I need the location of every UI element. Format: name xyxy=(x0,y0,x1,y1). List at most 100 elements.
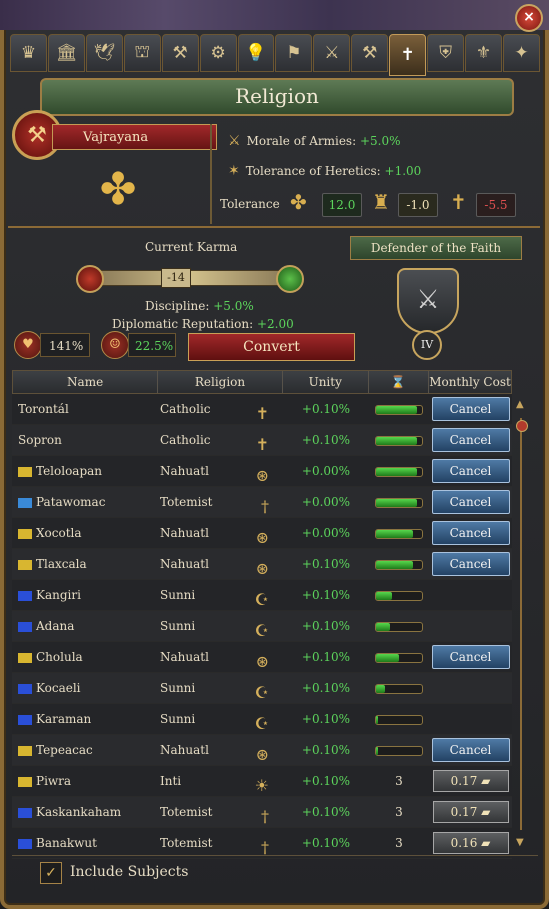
table-row[interactable]: Kangiri Sunni ☪ +0.10% xyxy=(12,580,512,611)
scroll-down-icon[interactable]: ▼ xyxy=(516,838,526,848)
row-religion-cell: Catholic ✝ xyxy=(158,394,283,424)
table-row[interactable]: Tepeacac Nahuatl ⊛ +0.10% Cancel xyxy=(12,735,512,766)
tab-0[interactable]: ♛ xyxy=(10,34,47,72)
tab-5[interactable]: ⚙ xyxy=(199,34,237,72)
row-name: Patawomac xyxy=(36,495,106,509)
tab-10[interactable]: ✝ xyxy=(389,34,427,76)
row-unity: +0.10% xyxy=(301,805,351,819)
table-row[interactable]: Piwra Inti ☀ +0.10% 3 0.17 ▰ xyxy=(12,766,512,797)
row-name-cell: Tlaxcala xyxy=(12,549,158,579)
header-unity[interactable]: Unity xyxy=(283,371,369,393)
row-name-cell: Teloloapan xyxy=(12,456,158,486)
scroll-track[interactable] xyxy=(520,418,522,830)
cancel-button[interactable]: Cancel xyxy=(431,521,510,545)
row-name: Karaman xyxy=(36,712,92,726)
table-row[interactable]: Cholula Nahuatl ⊛ +0.10% Cancel xyxy=(12,642,512,673)
cost-button[interactable]: 0.17 ▰ xyxy=(432,770,509,792)
progress-bar xyxy=(375,684,423,694)
karma-value: -14 xyxy=(161,268,191,288)
row-cost-cell xyxy=(429,704,512,734)
row-religion-cell: Nahuatl ⊛ xyxy=(158,735,283,765)
row-unity: +0.10% xyxy=(301,588,351,602)
scroll-thumb[interactable] xyxy=(516,420,528,432)
tab-3[interactable]: ⛫ xyxy=(123,34,161,72)
cancel-button[interactable]: Cancel xyxy=(431,428,510,452)
morale-stat: ⚔ Morale of Armies: +5.0% xyxy=(228,133,401,149)
cost-button[interactable]: 0.16 ▰ xyxy=(432,832,509,854)
row-name: Adana xyxy=(36,619,75,633)
row-cost-cell: Cancel xyxy=(429,487,512,517)
tab-8[interactable]: ⚔ xyxy=(313,34,351,72)
diplo-label: Diplomatic Reputation: xyxy=(112,317,254,331)
cancel-button[interactable]: Cancel xyxy=(431,397,510,421)
scrollbar[interactable]: ▲ ▼ xyxy=(516,400,528,848)
cancel-button[interactable]: Cancel xyxy=(431,459,510,483)
progress-bar xyxy=(375,653,423,663)
pct2-box: 22.5% xyxy=(128,333,176,357)
tab-7[interactable]: ⚑ xyxy=(275,34,313,72)
row-name: Tepeacac xyxy=(36,743,93,757)
table-row[interactable]: Teloloapan Nahuatl ⊛ +0.00% Cancel xyxy=(12,456,512,487)
table-row[interactable]: Sopron Catholic ✝ +0.10% Cancel xyxy=(12,425,512,456)
tab-13[interactable]: ✦ xyxy=(502,34,540,72)
header-religion[interactable]: Religion xyxy=(158,371,283,393)
flag-icon xyxy=(18,838,32,849)
flag-icon xyxy=(18,652,32,663)
table-row[interactable]: Torontál Catholic ✝ +0.10% Cancel xyxy=(12,394,512,425)
karma-high-icon xyxy=(276,265,304,293)
row-cost-cell xyxy=(429,673,512,703)
cancel-button[interactable]: Cancel xyxy=(431,490,510,514)
row-religion: Nahuatl xyxy=(160,557,209,571)
row-religion: Sunni xyxy=(160,619,196,633)
table-row[interactable]: Karaman Sunni ☪ +0.10% xyxy=(12,704,512,735)
cost-button[interactable]: 0.17 ▰ xyxy=(432,801,509,823)
header-name[interactable]: Name xyxy=(13,371,159,393)
flag-icon xyxy=(18,776,32,787)
row-religion-cell: Nahuatl ⊛ xyxy=(158,456,283,486)
flag-icon xyxy=(18,807,32,818)
table-row[interactable]: Kaskankaham Totemist † +0.10% 3 0.17 ▰ xyxy=(12,797,512,828)
row-religion-cell: Sunni ☪ xyxy=(158,611,283,641)
cancel-button[interactable]: Cancel xyxy=(431,645,510,669)
table-row[interactable]: Xocotla Nahuatl ⊛ +0.00% Cancel xyxy=(12,518,512,549)
include-subjects-checkbox[interactable]: ✓ xyxy=(40,862,62,884)
tab-6[interactable]: 💡 xyxy=(237,34,275,72)
row-religion: Catholic xyxy=(160,433,211,447)
table-row[interactable]: Patawomac Totemist † +0.00% Cancel xyxy=(12,487,512,518)
tab-9[interactable]: ⚒ xyxy=(351,34,389,72)
flag-icon xyxy=(18,466,32,477)
progress-bar xyxy=(375,529,423,539)
tab-4[interactable]: ⚒ xyxy=(161,34,199,72)
convert-button[interactable]: Convert xyxy=(188,333,355,361)
table-row[interactable]: Tlaxcala Nahuatl ⊛ +0.10% Cancel xyxy=(12,549,512,580)
tab-12[interactable]: ⚜ xyxy=(465,34,502,72)
discipline-label: Discipline: xyxy=(145,299,210,313)
scroll-up-icon[interactable]: ▲ xyxy=(516,400,526,410)
row-cost-cell: Cancel xyxy=(429,425,512,455)
tab-11[interactable]: ⛨ xyxy=(427,34,465,72)
table-row[interactable]: Kocaeli Sunni ☪ +0.10% xyxy=(12,673,512,704)
tab-1[interactable]: 🏛 xyxy=(47,34,85,72)
progress-bar xyxy=(375,715,423,725)
row-cost-cell: Cancel xyxy=(429,735,512,765)
row-name-cell: Kocaeli xyxy=(12,673,158,703)
tab-2[interactable]: 🕊 xyxy=(85,34,123,72)
discipline-line: Discipline: +5.0% xyxy=(145,299,254,313)
table-row[interactable]: Adana Sunni ☪ +0.10% xyxy=(12,611,512,642)
hourglass-icon[interactable]: ⌛ xyxy=(369,371,429,393)
shield-icon[interactable]: ⚔ xyxy=(397,268,459,334)
morale-label: Morale of Armies: xyxy=(246,134,357,148)
cancel-button[interactable]: Cancel xyxy=(431,738,510,762)
row-name: Banakwut xyxy=(36,836,97,850)
row-religion-cell: Nahuatl ⊛ xyxy=(158,549,283,579)
close-icon[interactable]: × xyxy=(515,4,543,32)
row-name-cell: Adana xyxy=(12,611,158,641)
row-name: Xocotla xyxy=(36,526,82,540)
row-name: Kangiri xyxy=(36,588,81,602)
cost-value: 0.17 xyxy=(450,805,478,819)
cancel-button[interactable]: Cancel xyxy=(431,552,510,576)
row-progress-cell: 3 xyxy=(369,766,429,796)
row-religion: Sunni xyxy=(160,681,196,695)
row-progress-cell xyxy=(369,642,429,672)
header-monthly-cost[interactable]: Monthly Cost xyxy=(429,371,511,393)
